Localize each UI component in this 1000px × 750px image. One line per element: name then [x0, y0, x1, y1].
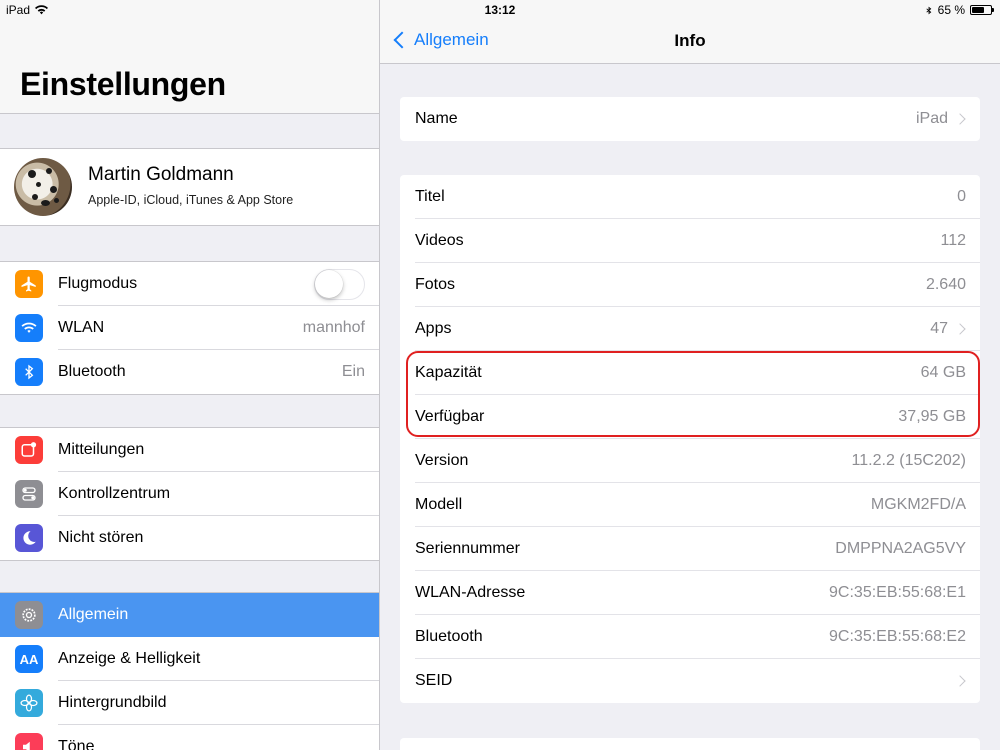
sidebar-item-hintergrundbild[interactable]: Hintergrundbild	[0, 681, 379, 725]
chevron-right-icon	[954, 675, 966, 687]
info-row-seid[interactable]: SEID	[400, 659, 980, 703]
wallpaper-icon	[15, 689, 43, 717]
general-group: Allgemein AA Anzeige & Helligkeit Hinter…	[0, 592, 379, 750]
sidebar-item-flugmodus[interactable]: Flugmodus	[0, 262, 379, 306]
row-label: Videos	[415, 232, 464, 249]
sidebar-item-label: Hintergrundbild	[58, 694, 167, 711]
moon-icon	[15, 524, 43, 552]
apple-id-profile[interactable]: Martin Goldmann Apple-ID, iCloud, iTunes…	[0, 148, 379, 226]
row-value: 64 GB	[920, 364, 966, 381]
row-label: Titel	[415, 188, 445, 205]
row-label: Seriennummer	[415, 540, 520, 557]
chevron-right-icon	[954, 113, 966, 125]
info-row-wlan-adresse: WLAN-Adresse 9C:35:EB:55:68:E1	[400, 571, 980, 615]
sidebar-item-toene[interactable]: Töne	[0, 725, 379, 750]
page-title: Einstellungen	[20, 66, 226, 102]
row-value: 0	[957, 188, 966, 205]
row-label: Bluetooth	[415, 628, 483, 645]
chevron-right-icon	[954, 323, 966, 335]
profile-name: Martin Goldmann	[88, 164, 234, 185]
info-card: Titel 0 Videos 112 Fotos 2.640 Apps 47 Kapazität…	[400, 175, 980, 703]
row-value: iPad	[915, 110, 948, 127]
toggle-knob	[315, 270, 343, 298]
control-center-icon	[15, 480, 43, 508]
row-value: 11.2.2 (15C202)	[851, 452, 966, 469]
sidebar-item-label: WLAN	[58, 319, 105, 336]
airplane-mode-toggle[interactable]	[314, 269, 365, 300]
battery-fill	[972, 7, 984, 13]
notifications-group: Mitteilungen Kontrollzentrum Nicht störe…	[0, 427, 379, 561]
info-row-seriennummer: Seriennummer DMPPNA2AG5VY	[400, 527, 980, 571]
airplane-icon	[15, 270, 43, 298]
row-value: 112	[940, 232, 966, 249]
sidebar-item-label: Anzeige & Helligkeit	[58, 650, 201, 667]
notifications-icon	[15, 436, 43, 464]
sidebar-item-label: Mitteilungen	[58, 441, 145, 458]
sidebar-item-label: Flugmodus	[58, 275, 138, 292]
info-row-kapazität: Kapazität 64 GB	[400, 351, 980, 395]
nav-title: Info	[674, 31, 706, 50]
bluetooth-icon	[926, 6, 931, 14]
row-value: MGKM2FD/A	[870, 496, 966, 513]
wlan-network-value: mannhof	[302, 319, 365, 336]
wifi-icon	[15, 314, 43, 342]
sidebar-item-mitteilungen[interactable]: Mitteilungen	[0, 428, 379, 472]
sidebar-item-label: Töne	[58, 738, 95, 750]
avatar	[14, 158, 72, 216]
info-row-titel: Titel 0	[400, 175, 980, 219]
info-row-verfügbar: Verfügbar 37,95 GB	[400, 395, 980, 439]
name-card: Name iPad	[400, 97, 980, 141]
sounds-icon	[15, 733, 43, 750]
sidebar-item-label: Bluetooth	[58, 363, 126, 380]
row-label: Verfügbar	[415, 408, 485, 425]
sidebar-item-kontrollzentrum[interactable]: Kontrollzentrum	[0, 472, 379, 516]
info-detail-pane: Allgemein Info Name iPad Titel 0 Videos 112…	[380, 0, 1000, 750]
row-label: Name	[415, 110, 458, 127]
display-icon: AA	[15, 645, 43, 673]
sidebar-item-label: Nicht stören	[58, 529, 144, 546]
sidebar-item-label: Allgemein	[58, 606, 129, 623]
bluetooth-status-value: Ein	[341, 363, 365, 380]
name-row[interactable]: Name iPad	[400, 97, 980, 141]
battery-percent: 65 %	[937, 3, 965, 17]
settings-sidebar: Einstellungen Martin Goldmann Apple-ID, …	[0, 0, 380, 750]
row-value: 9C:35:EB:55:68:E1	[829, 584, 966, 601]
sidebar-item-label: Kontrollzentrum	[58, 485, 171, 502]
info-row-version: Version 11.2.2 (15C202)	[400, 439, 980, 483]
row-label: WLAN-Adresse	[415, 584, 526, 601]
row-value: DMPPNA2AG5VY	[835, 540, 966, 557]
gear-icon	[15, 601, 43, 629]
info-row-apps[interactable]: Apps 47	[400, 307, 980, 351]
sidebar-item-anzeige[interactable]: AA Anzeige & Helligkeit	[0, 637, 379, 681]
profile-subtitle: Apple-ID, iCloud, iTunes & App Store	[88, 193, 294, 207]
info-row-modell: Modell MGKM2FD/A	[400, 483, 980, 527]
row-label: Fotos	[415, 276, 456, 293]
row-label: Modell	[415, 496, 463, 513]
battery-icon	[970, 5, 994, 15]
row-value: 9C:35:EB:55:68:E2	[829, 628, 966, 645]
row-value: 37,95 GB	[898, 408, 966, 425]
sidebar-item-allgemein[interactable]: Allgemein	[0, 593, 379, 637]
next-card	[400, 738, 980, 750]
row-label: Kapazität	[415, 364, 482, 381]
clock: 13:12	[484, 3, 516, 17]
info-row-videos: Videos 112	[400, 219, 980, 263]
row-label: SEID	[415, 672, 453, 689]
connectivity-group: Flugmodus WLAN mannhof Bluetooth Ein	[0, 261, 379, 395]
row-value: 47	[930, 320, 948, 337]
info-row-fotos: Fotos 2.640	[400, 263, 980, 307]
sidebar-item-nicht-stoeren[interactable]: Nicht stören	[0, 516, 379, 560]
bluetooth-icon	[15, 358, 43, 386]
status-bar: iPad 13:12 65 %	[0, 0, 1000, 20]
info-row-bluetooth: Bluetooth 9C:35:EB:55:68:E2	[400, 615, 980, 659]
row-label: Version	[415, 452, 469, 469]
sidebar-item-wlan[interactable]: WLAN mannhof	[0, 306, 379, 350]
row-label: Apps	[415, 320, 452, 337]
row-value: 2.640	[925, 276, 966, 293]
sidebar-item-bluetooth[interactable]: Bluetooth Ein	[0, 350, 379, 394]
